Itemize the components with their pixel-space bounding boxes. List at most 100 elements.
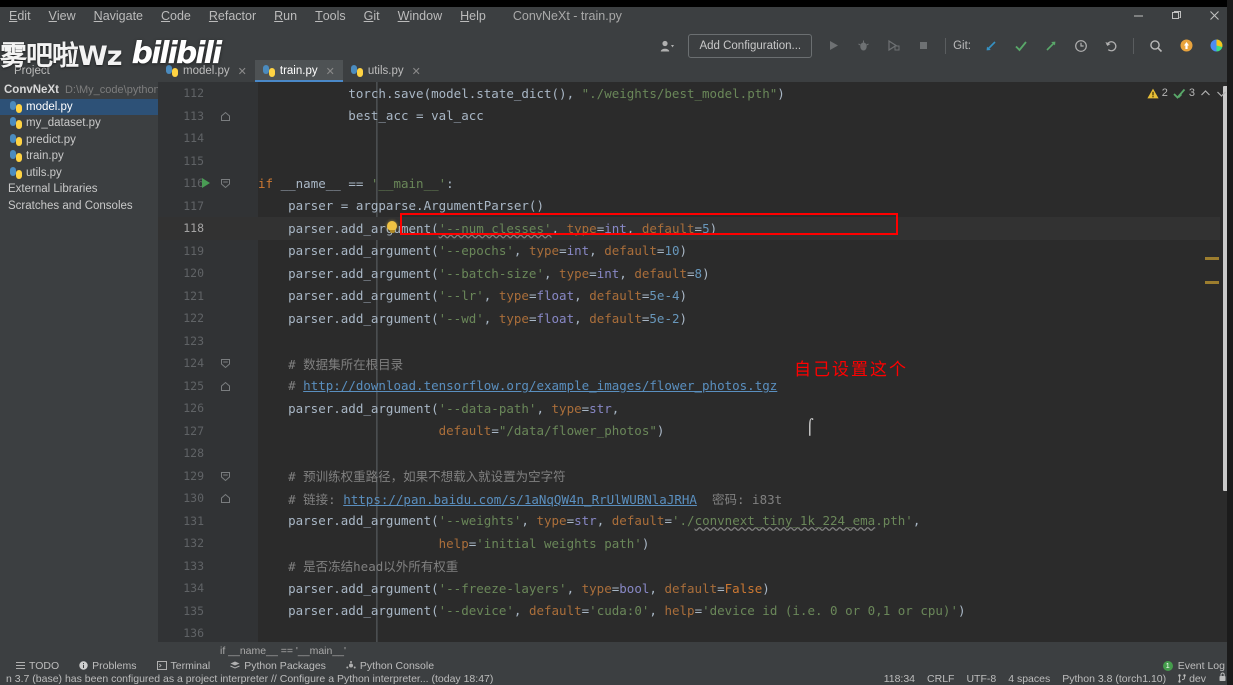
code-line[interactable]: 125 # http://download.tensorflow.org/exa… [158,375,1233,398]
gutter-marks[interactable] [208,127,256,150]
code-line[interactable]: 130 # 链接: https://pan.baidu.com/s/1aNqQW… [158,487,1233,510]
gutter-marks[interactable] [208,105,256,128]
code-line[interactable]: 116 if __name__ == '__main__': [158,172,1233,195]
close-icon[interactable]: ✕ [412,65,421,78]
lock-icon[interactable] [1218,672,1227,685]
inspection-widget[interactable]: 2 3 [1147,82,1233,104]
status-caret-position[interactable]: 118:34 [884,673,915,685]
code-line[interactable]: 126 parser.add_argument('--data-path', t… [158,397,1233,420]
code-line[interactable]: 135 parser.add_argument('--device', defa… [158,600,1233,623]
tab-train-py[interactable]: train.py ✕ [254,60,343,82]
stop-icon[interactable] [908,34,938,58]
fold-collapse-icon[interactable] [220,358,231,369]
gutter-marks[interactable] [208,307,256,330]
project-tree[interactable]: ConvNeXt D:\My_code\pythonP model.py my_… [0,82,167,659]
gutter-marks[interactable] [208,352,256,375]
gutter-marks[interactable] [208,555,256,578]
code-line[interactable]: 131 parser.add_argument('--weights', typ… [158,510,1233,533]
updates-icon[interactable] [1171,34,1201,58]
tool-problems[interactable]: Problems [69,659,146,672]
run-gutter-icon[interactable] [202,178,210,188]
tree-node-model-py[interactable]: model.py [0,98,158,115]
gutter-marks[interactable] [208,487,256,510]
tree-node-train-py[interactable]: train.py [0,148,158,165]
fold-collapse-icon[interactable] [220,178,231,189]
gutter-marks[interactable] [208,150,256,173]
error-stripe-mark[interactable] [1205,257,1219,260]
tool-python-packages[interactable]: Python Packages [220,659,336,672]
tool-terminal[interactable]: Terminal [147,659,221,672]
code-line[interactable]: 118 parser.add_argument('--num_clesses',… [158,217,1233,240]
gutter-marks[interactable] [208,532,256,555]
code-line[interactable]: 119 parser.add_argument('--epochs', type… [158,240,1233,263]
tree-node-scratches-consoles[interactable]: Scratches and Consoles [0,198,158,215]
gutter-marks[interactable] [208,330,256,353]
gutter-marks[interactable] [208,577,256,600]
code-line[interactable]: 132 help='initial weights path') [158,532,1233,555]
user-icon[interactable] [652,34,682,58]
code-line[interactable]: 122 parser.add_argument('--wd', type=flo… [158,307,1233,330]
run-icon[interactable] [818,34,848,58]
gutter-marks[interactable] [208,420,256,443]
close-icon[interactable]: ✕ [238,65,247,78]
search-icon[interactable] [1141,34,1171,58]
prev-problem-icon[interactable] [1200,89,1211,98]
gutter-marks[interactable] [208,397,256,420]
event-log-area[interactable]: 1 Event Log [1162,660,1225,672]
status-encoding[interactable]: UTF-8 [966,673,996,685]
gutter-marks[interactable] [208,600,256,623]
status-message[interactable]: n 3.7 (base) has been configured as a pr… [0,673,493,685]
gutter-marks[interactable] [208,240,256,263]
tree-node-root[interactable]: ConvNeXt D:\My_code\pythonP [0,82,167,99]
fold-end-icon[interactable] [220,381,231,392]
gutter-marks[interactable] [208,285,256,308]
warning-count[interactable]: 2 [1147,87,1168,99]
intention-bulb-icon[interactable] [386,221,398,234]
code-line[interactable]: 121 parser.add_argument('--lr', type=flo… [158,285,1233,308]
code-line[interactable]: 127 default="/data/flower_photos") [158,420,1233,443]
gutter-marks[interactable] [208,465,256,488]
tool-todo[interactable]: TODO [0,659,69,672]
tree-node-predict-py[interactable]: predict.py [0,132,158,149]
status-interpreter[interactable]: Python 3.8 (torch1.10) [1062,673,1166,685]
git-commit-icon[interactable] [1006,34,1036,58]
tree-node-utils-py[interactable]: utils.py [0,165,158,182]
code-line[interactable]: 117 parser = argparse.ArgumentParser() [158,195,1233,218]
git-push-icon[interactable] [1036,34,1066,58]
code-line[interactable]: 120 parser.add_argument('--batch-size', … [158,262,1233,285]
next-problem-icon[interactable] [1216,89,1227,98]
gutter-marks[interactable] [208,217,256,240]
tree-node-my-dataset-py[interactable]: my_dataset.py [0,115,158,132]
history-icon[interactable] [1066,34,1096,58]
git-update-icon[interactable] [976,34,1006,58]
status-git-branch[interactable]: dev [1178,673,1206,685]
tab-model-py[interactable]: model.py ✕ [158,60,255,82]
gutter-marks[interactable] [208,172,256,195]
gutter-marks[interactable] [208,442,256,465]
tree-node-external-libraries[interactable]: External Libraries [0,181,158,198]
code-line[interactable]: 123 [158,330,1233,353]
code-line[interactable]: 114 [158,127,1233,150]
fold-end-icon[interactable] [220,111,231,122]
gutter-marks[interactable] [208,510,256,533]
code-editor[interactable]: 2 3 112 torch.save(model.state_dict(), "… [158,82,1233,659]
check-count[interactable]: 3 [1173,87,1195,99]
fold-end-icon[interactable] [220,493,231,504]
status-line-separator[interactable]: CRLF [927,673,954,685]
code-line[interactable]: 113 best_acc = val_acc [158,105,1233,128]
project-tool-tab[interactable]: Project [0,60,158,82]
gutter-marks[interactable] [208,375,256,398]
code-line[interactable]: 124 # 数据集所在根目录 [158,352,1233,375]
status-indent[interactable]: 4 spaces [1008,673,1050,685]
code-line[interactable]: 112 torch.save(model.state_dict(), "./we… [158,82,1233,105]
breadcrumb[interactable]: if __name__ == '__main__' [158,642,1233,659]
debug-icon[interactable] [848,34,878,58]
tool-python-console[interactable]: Python Console [336,659,444,672]
gutter-marks[interactable] [208,195,256,218]
code-line[interactable]: 129 # 预训练权重路径，如果不想载入就设置为空字符 [158,465,1233,488]
gutter-marks[interactable] [208,262,256,285]
coverage-icon[interactable] [878,34,908,58]
close-icon[interactable]: ✕ [326,65,335,78]
code-lines[interactable]: 112 torch.save(model.state_dict(), "./we… [158,82,1233,659]
gutter-marks[interactable] [208,82,256,105]
